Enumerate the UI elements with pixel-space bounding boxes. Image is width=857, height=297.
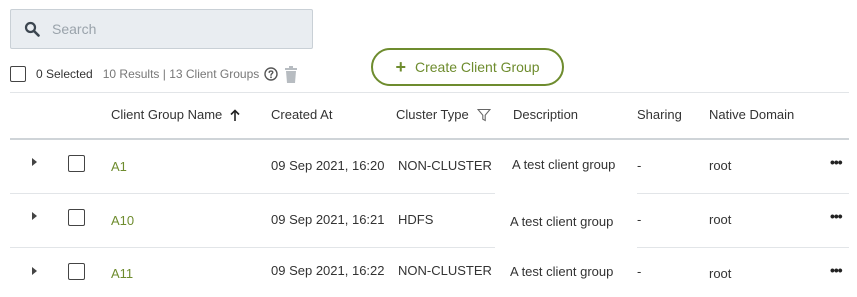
created-at: 09 Sep 2021, 16:22	[271, 263, 385, 278]
created-at: 09 Sep 2021, 16:20	[271, 158, 385, 173]
help-icon[interactable]	[264, 67, 278, 81]
sharing: -	[637, 264, 642, 279]
cluster-type: HDFS	[398, 212, 434, 227]
row-divider	[10, 247, 495, 248]
expand-caret-icon[interactable]	[32, 158, 37, 166]
column-header-sharing[interactable]: Sharing	[637, 107, 682, 122]
create-client-group-label: Create Client Group	[415, 59, 540, 75]
column-header-created-label: Created At	[271, 107, 333, 122]
sharing: -	[637, 212, 642, 227]
search-input[interactable]	[52, 21, 292, 37]
search-box[interactable]	[10, 9, 313, 49]
row-divider	[637, 247, 849, 248]
column-header-created[interactable]: Created At	[271, 107, 332, 122]
client-group-name-link[interactable]: A1	[111, 159, 127, 174]
filter-icon[interactable]	[476, 108, 491, 122]
more-options-icon[interactable]: •••	[830, 262, 843, 278]
cluster-type: NON-CLUSTER	[398, 158, 492, 173]
description: A test client group	[512, 157, 616, 172]
column-header-name[interactable]: Client Group Name	[111, 107, 240, 122]
client-group-name-link[interactable]: A11	[111, 266, 133, 281]
results-summary: 10 Results | 13 Client Groups	[102, 67, 260, 81]
column-header-cluster[interactable]: Cluster Type	[396, 107, 491, 122]
selection-toolbar: 0 Selected 10 Results | 13 Client Groups	[10, 62, 298, 86]
more-options-icon[interactable]: •••	[830, 208, 843, 224]
header-divider	[10, 138, 849, 140]
expand-caret-icon[interactable]	[32, 212, 37, 220]
created-at: 09 Sep 2021, 16:21	[271, 212, 385, 227]
row-checkbox[interactable]	[68, 155, 85, 172]
expand-caret-icon[interactable]	[32, 267, 37, 275]
create-client-group-button[interactable]: + Create Client Group	[371, 48, 564, 86]
native-domain: root	[709, 212, 732, 227]
column-header-domain[interactable]: Native Domain	[709, 107, 794, 122]
client-group-name-link[interactable]: A10	[111, 213, 134, 228]
row-divider	[10, 193, 495, 194]
description: A test client group	[510, 264, 614, 279]
column-header-domain-label: Native Domain	[709, 107, 795, 122]
delete-icon[interactable]	[284, 65, 298, 83]
more-options-icon[interactable]: •••	[830, 154, 843, 170]
selected-count: 0 Selected	[36, 67, 93, 81]
divider	[10, 92, 849, 93]
column-header-description-label: Description	[513, 107, 579, 122]
column-header-name-label: Client Group Name	[111, 107, 223, 122]
native-domain: root	[709, 158, 732, 173]
plus-icon: +	[395, 57, 406, 77]
column-header-sharing-label: Sharing	[637, 107, 682, 122]
search-icon	[24, 21, 40, 37]
column-header-description[interactable]: Description	[513, 107, 578, 122]
select-all-checkbox[interactable]	[10, 66, 26, 82]
row-checkbox[interactable]	[68, 263, 85, 280]
native-domain: root	[709, 266, 732, 281]
sharing: -	[637, 158, 642, 173]
row-checkbox[interactable]	[68, 209, 85, 226]
description: A test client group	[510, 214, 614, 229]
cluster-type: NON-CLUSTER	[398, 263, 492, 278]
sort-ascending-icon[interactable]	[230, 108, 240, 121]
row-divider	[637, 193, 849, 194]
column-header-cluster-label: Cluster Type	[396, 107, 469, 122]
